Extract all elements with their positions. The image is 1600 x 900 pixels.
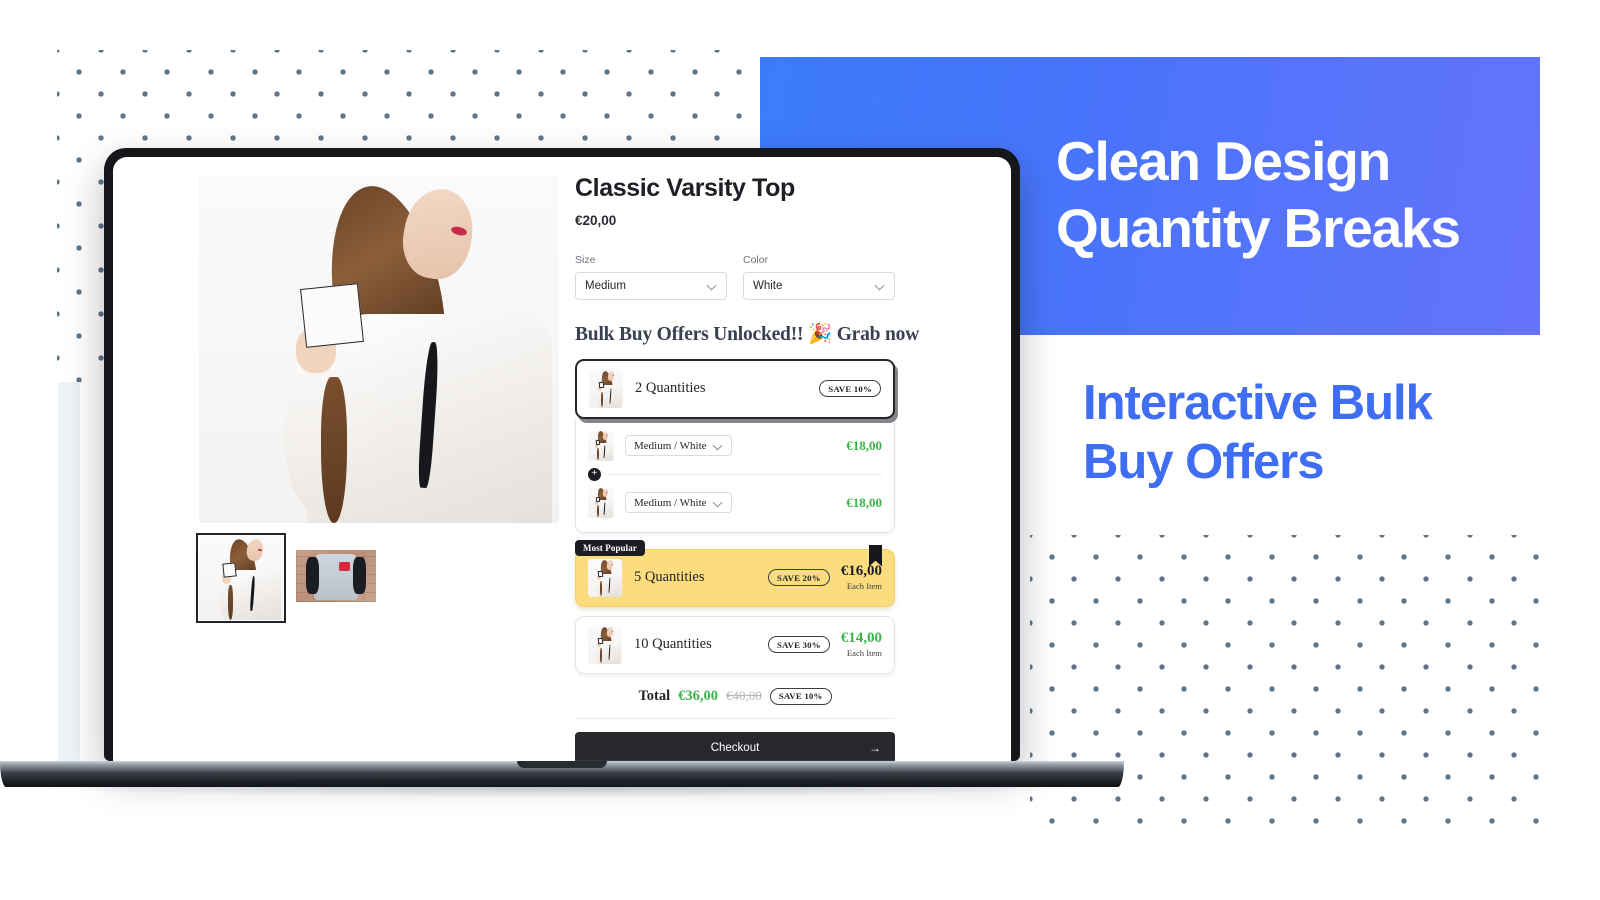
variant-value: Medium / White: [634, 496, 707, 509]
add-icon[interactable]: +: [588, 467, 601, 481]
tier-save-badge: SAVE 30%: [768, 636, 830, 653]
tier-thumbnail: [588, 558, 622, 597]
most-popular-badge: Most Popular: [575, 539, 645, 556]
variant-price: €18,00: [846, 494, 882, 510]
chevron-down-icon: [708, 281, 717, 290]
variant-value: Medium / White: [634, 439, 707, 452]
variant-select-2[interactable]: Medium / White: [625, 492, 732, 513]
thumbnail-2[interactable]: [296, 550, 376, 602]
page-title: Classic Varsity Top: [575, 174, 795, 202]
variant-line-item: Medium / White €18,00: [588, 426, 882, 466]
chevron-down-icon: [714, 498, 723, 507]
selected-tier-variants: Medium / White €18,00 + Medium / White €…: [575, 418, 895, 533]
tier-thumbnail: [589, 369, 623, 408]
add-variant-row: +: [588, 466, 882, 483]
variant-line-item: Medium / White €18,00: [588, 483, 882, 523]
variant-select-1[interactable]: Medium / White: [625, 435, 732, 456]
chevron-down-icon: [714, 441, 723, 450]
chevron-down-icon: [876, 281, 885, 290]
tier-quantity-label: 2 Quantities: [635, 380, 706, 396]
size-selector-group: Size Medium: [575, 254, 727, 300]
order-total: Total €36,00 €40,00 SAVE 10%: [575, 687, 895, 705]
offer-tier-10[interactable]: 10 Quantities SAVE 30% €14,00 Each Item: [575, 615, 895, 674]
variant-selectors: Size Medium Color White: [575, 254, 895, 300]
tier-price: €16,00: [840, 563, 882, 580]
total-original-price: €40,00: [726, 688, 762, 703]
color-value: White: [753, 279, 783, 292]
promo-headline-blue: Interactive Bulk Buy Offers: [1083, 376, 1433, 489]
tier-quantity-label: 5 Quantities: [634, 569, 705, 585]
total-price: €36,00: [678, 687, 719, 704]
tier-thumbnail: [588, 625, 622, 664]
product-gallery: [113, 175, 559, 761]
size-label: Size: [575, 253, 596, 266]
laptop-shadow: [0, 782, 1124, 798]
checkout-label: Checkout: [710, 741, 760, 754]
color-select[interactable]: White: [743, 271, 895, 300]
tier-save-badge: SAVE 20%: [768, 569, 830, 586]
product-price: €20,00: [575, 212, 617, 228]
model-photo: [199, 175, 559, 523]
total-label: Total: [638, 687, 671, 704]
size-select[interactable]: Medium: [575, 271, 727, 300]
tier-each-item-label: Each Item: [846, 647, 882, 658]
color-selector-group: Color White: [743, 254, 895, 300]
size-value: Medium: [585, 279, 626, 292]
tier-price: €14,00: [840, 630, 882, 647]
total-save-badge: SAVE 10%: [769, 687, 832, 705]
product-page: Classic Varsity Top €20,00 Size Medium C…: [113, 157, 1011, 761]
tier-each-item-label: Each Item: [846, 580, 882, 591]
checkout-button[interactable]: Checkout →: [575, 731, 895, 761]
variant-thumbnail: [588, 430, 614, 461]
arrow-right-icon: →: [869, 740, 881, 755]
variant-price: €18,00: [846, 437, 882, 453]
product-hero-image[interactable]: [199, 175, 559, 523]
color-label: Color: [743, 253, 769, 266]
offer-tier-2[interactable]: 2 Quantities SAVE 10%: [575, 358, 895, 419]
divider: [609, 473, 882, 475]
thumbnail-strip: [196, 533, 495, 623]
bulk-offers-list: 2 Quantities SAVE 10% Medium / White €18…: [575, 358, 895, 674]
variant-thumbnail: [588, 487, 614, 518]
varsity-jacket-photo: [296, 550, 376, 602]
laptop-lid: Classic Varsity Top €20,00 Size Medium C…: [104, 148, 1020, 761]
laptop-mockup: Classic Varsity Top €20,00 Size Medium C…: [0, 148, 1124, 798]
bulk-offers-heading: Bulk Buy Offers Unlocked!! 🎉 Grab now: [575, 323, 920, 345]
offer-tier-5[interactable]: Most Popular 5 Quantities SAVE 20% €16,0…: [575, 539, 895, 607]
thumbnail-1[interactable]: [196, 533, 286, 623]
laptop-screen: Classic Varsity Top €20,00 Size Medium C…: [113, 157, 1011, 761]
tier-save-badge: SAVE 10%: [819, 380, 881, 397]
model-photo-thumb: [199, 536, 283, 620]
promo-headline-white: Clean Design Quantity Breaks: [1056, 130, 1461, 260]
divider: [575, 717, 895, 719]
tier-quantity-label: 10 Quantities: [634, 636, 712, 652]
decorative-strip: [58, 382, 80, 770]
